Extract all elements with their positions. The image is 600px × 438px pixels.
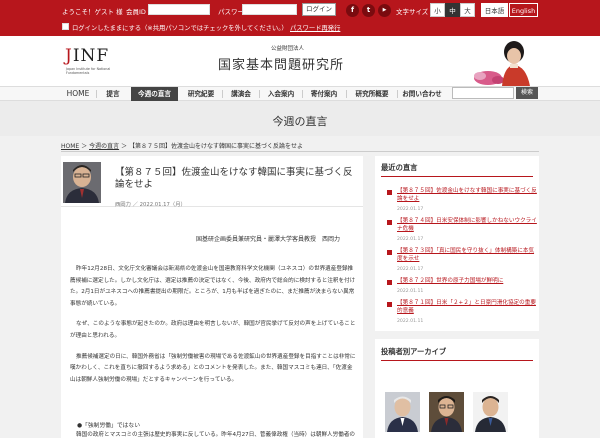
nav-donation[interactable]: 寄付案内 bbox=[304, 87, 344, 101]
recent-opinion-date: 2022.01.11 bbox=[397, 319, 424, 324]
article-title: 【第８７５回】佐渡金山をけなす韓国に事実に基づく反論をせよ bbox=[115, 167, 353, 190]
president-portrait bbox=[462, 38, 534, 86]
youtube-icon[interactable]: ▶ bbox=[378, 4, 391, 17]
author-archive-photo[interactable] bbox=[385, 392, 420, 432]
recent-opinion-link[interactable]: 【第８７４回】日米安保体制に影響しかねないウクライナ危機 bbox=[397, 217, 537, 233]
author-archive-photo[interactable] bbox=[429, 392, 464, 432]
article-author-link[interactable]: 西岡力 bbox=[115, 202, 131, 208]
nav-contact[interactable]: お問い合わせ bbox=[399, 87, 445, 101]
font-size-large-button[interactable]: 大 bbox=[460, 3, 475, 17]
page-title-band: 今週の直言 bbox=[0, 101, 600, 136]
nav-lectures[interactable]: 講演会 bbox=[224, 87, 258, 101]
nav-separator bbox=[96, 90, 97, 98]
recent-opinion-link[interactable]: 【第８７５回】佐渡金山をけなす韓国に事実に基づく反論をせよ bbox=[397, 187, 537, 203]
author-archive-panel: 投稿者別アーカイブ bbox=[375, 339, 539, 438]
recent-opinion-date: 2022.01.17 bbox=[397, 207, 424, 212]
article-header: 【第８７５回】佐渡金山をけなす韓国に事実に基づく反論をせよ 西岡力 ／ 2022… bbox=[61, 160, 363, 208]
twitter-icon[interactable]: t bbox=[362, 4, 375, 17]
list-bullet-icon bbox=[387, 190, 392, 195]
nav-separator bbox=[397, 90, 398, 98]
recent-opinion-date: 2022.01.11 bbox=[397, 289, 424, 294]
breadcrumb-separator: ＞ bbox=[121, 143, 128, 150]
breadcrumb: HOME ＞ 今週の直言 ＞ 【第８７５回】佐渡金山をけなす韓国に事実に基づく反… bbox=[61, 141, 303, 150]
article-paragraph: 昨年12月28日、文化庁文化審議会は新潟県の佐渡金山を国連教育科学文化機関（ユネ… bbox=[70, 266, 356, 307]
search-button[interactable]: 検索 bbox=[516, 87, 538, 99]
font-size-medium-button[interactable]: 中 bbox=[445, 3, 460, 17]
breadcrumb-current: 【第８７５回】佐渡金山をけなす韓国に事実に基づく反論をせよ bbox=[128, 143, 303, 150]
nav-separator bbox=[346, 90, 347, 98]
author-photo bbox=[63, 162, 101, 203]
article-date: 2022.01.17（月） bbox=[139, 202, 186, 208]
recent-opinion-link[interactable]: 【第８７１回】日米「２+２」と日豪円滑化協定の重要的意義 bbox=[397, 299, 537, 315]
article-paragraph: なぜ、このような事態が起きたのか。政府は理由を明言しないが、韓国が官民挙げて反対… bbox=[70, 321, 356, 339]
top-bar: ようこそ！ゲスト 様 会員ID パスワード ログイン ログインしたままにする（※… bbox=[0, 0, 600, 36]
password-input[interactable] bbox=[242, 4, 297, 15]
nav-home[interactable]: HOME bbox=[61, 87, 95, 101]
logo-subtitle: Japan Institute for National Fundamental… bbox=[66, 67, 111, 75]
member-id-label: 会員ID bbox=[126, 8, 146, 16]
lang-english-button[interactable]: English bbox=[509, 3, 538, 17]
article-meta-separator: ／ bbox=[132, 202, 138, 208]
author-archive-title: 投稿者別アーカイブ bbox=[381, 347, 447, 356]
author-archive-photo[interactable] bbox=[473, 392, 508, 432]
keep-login-label: ログインしたままにする（※共用パソコンではチェックを外してください。） bbox=[72, 25, 288, 32]
nav-about[interactable]: 研究所概要 bbox=[348, 87, 396, 101]
breadcrumb-separator: ＞ bbox=[81, 143, 88, 150]
breadcrumb-divider bbox=[61, 151, 539, 152]
recent-opinion-link[interactable]: 【第８７２回】世界の原子力国場が鮮明に bbox=[397, 277, 537, 285]
nav-separator bbox=[222, 90, 223, 98]
org-type: 公益財団法人 bbox=[271, 46, 305, 52]
article-paragraph: 韓国の政府とマスコミの主張は歴史的事実に反している。昨年4月27日、菅義偉政権（… bbox=[76, 432, 356, 438]
recent-opinion-date: 2022.01.17 bbox=[397, 267, 424, 272]
nav-weekly-opinion[interactable]: 今週の直言 bbox=[131, 87, 178, 101]
member-id-input[interactable] bbox=[148, 4, 210, 15]
font-size-small-button[interactable]: 小 bbox=[430, 3, 445, 17]
facebook-icon[interactable]: f bbox=[346, 4, 359, 17]
font-size-label: 文字サイズ bbox=[396, 8, 429, 16]
article-paragraph: 推薦候補選定の日に、韓国外務省は「強制労働被害の現場である佐渡鉱山の世界遺産登録… bbox=[70, 353, 356, 383]
breadcrumb-home[interactable]: HOME bbox=[61, 143, 79, 150]
keep-login-checkbox[interactable] bbox=[62, 23, 69, 30]
nav-proposals[interactable]: 提言 bbox=[98, 87, 128, 101]
article-meta: 西岡力 ／ 2022.01.17（月） bbox=[115, 200, 186, 208]
recent-opinions-panel: 最近の直言 【第８７５回】佐渡金山をけなす韓国に事実に基づく反論をせよ 2022… bbox=[375, 156, 539, 331]
breadcrumb-section[interactable]: 今週の直言 bbox=[89, 143, 119, 150]
page-title: 今週の直言 bbox=[272, 115, 328, 128]
list-bullet-icon bbox=[387, 302, 392, 307]
nav-separator bbox=[259, 90, 260, 98]
recent-opinion-link[interactable]: 【第８７３回】「真に国民を守り抜く」体制構築に本気度を示せ bbox=[397, 247, 537, 263]
article-byline: 国基研企画委員兼研究員・麗澤大学客員教授 西岡力 bbox=[196, 236, 341, 243]
article-subheading: ●「強制労働」ではない bbox=[77, 423, 141, 429]
list-bullet-icon bbox=[387, 250, 392, 255]
list-bullet-icon bbox=[387, 220, 392, 225]
article-body: 昨年12月28日、文化庁文化審議会は新潟県の佐渡金山を国連教育科学文化機関（ユネ… bbox=[70, 264, 358, 395]
site-logo[interactable]: JINF bbox=[65, 46, 109, 66]
list-bullet-icon bbox=[387, 280, 392, 285]
recent-opinion-date: 2022.01.17 bbox=[397, 237, 424, 242]
welcome-text: ようこそ！ゲスト 様 bbox=[62, 8, 123, 16]
nav-separator bbox=[302, 90, 303, 98]
article: 【第８７５回】佐渡金山をけなす韓国に事実に基づく反論をせよ 西岡力 ／ 2022… bbox=[61, 156, 363, 438]
recent-opinions-divider bbox=[381, 176, 533, 177]
recent-opinions-title: 最近の直言 bbox=[381, 163, 418, 172]
login-button[interactable]: ログイン bbox=[302, 3, 336, 16]
search-input[interactable] bbox=[452, 87, 514, 99]
author-archive-divider bbox=[381, 360, 533, 361]
lang-japanese-button[interactable]: 日本語 bbox=[481, 3, 508, 17]
org-name: 国家基本問題研究所 bbox=[218, 58, 345, 73]
nav-membership[interactable]: 入会案内 bbox=[261, 87, 301, 101]
nav-research-bulletin[interactable]: 研究紀要 bbox=[181, 87, 221, 101]
forgot-password-link[interactable]: パスワード再発行 bbox=[290, 23, 340, 32]
